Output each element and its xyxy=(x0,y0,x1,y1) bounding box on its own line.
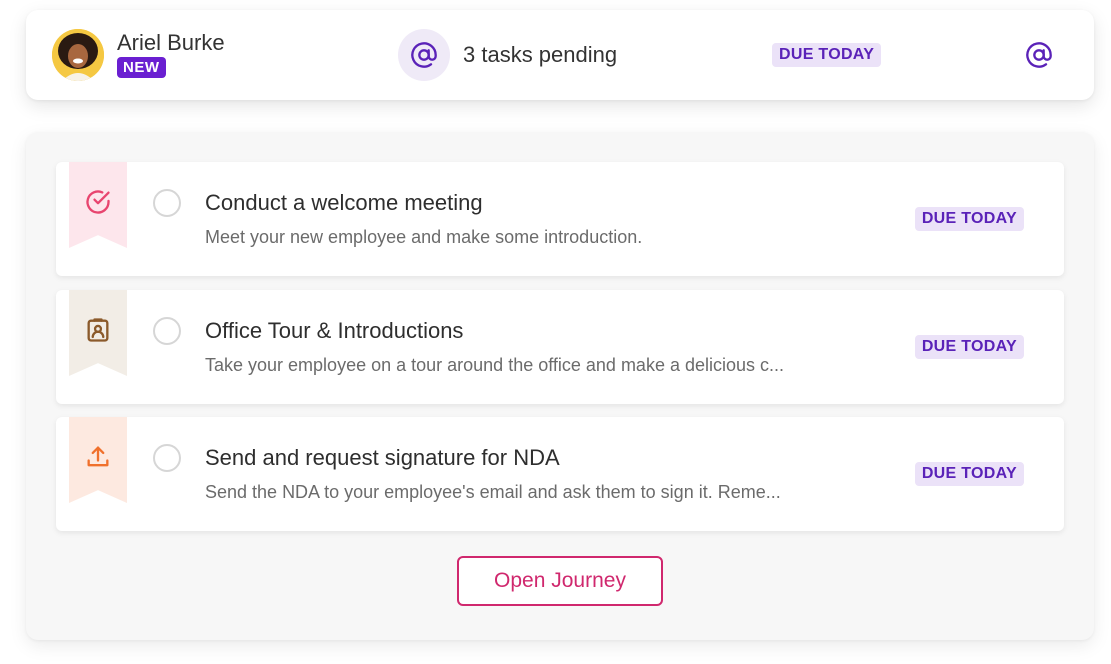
status-badge: DUE TODAY xyxy=(914,462,1024,486)
task-item[interactable]: Office Tour & Introductions Take your em… xyxy=(56,290,1064,404)
task-checkbox[interactable] xyxy=(153,189,181,217)
task-description: Take your employee on a tour around the … xyxy=(205,355,785,375)
task-description: Meet your new employee and make some int… xyxy=(205,227,643,247)
task-title: Conduct a welcome meeting xyxy=(205,190,483,215)
upload-icon xyxy=(87,446,109,467)
task-description: Send the NDA to your employee's email an… xyxy=(205,482,781,502)
at-sign-icon xyxy=(1026,42,1052,68)
avatar xyxy=(52,29,104,81)
task-title: Office Tour & Introductions xyxy=(205,318,464,343)
check-circle-icon xyxy=(86,190,110,214)
mention-icon-button[interactable] xyxy=(1024,40,1054,70)
task-item[interactable]: Send and request signature for NDA Send … xyxy=(56,417,1064,531)
tasks-panel: Conduct a welcome meeting Meet your new … xyxy=(26,132,1094,640)
task-ribbon xyxy=(69,162,127,248)
task-title: Send and request signature for NDA xyxy=(205,445,560,470)
mention-button[interactable] xyxy=(398,29,450,81)
status-badge: DUE TODAY xyxy=(914,335,1024,359)
user-name: Ariel Burke xyxy=(117,30,225,55)
task-ribbon xyxy=(69,417,127,503)
header-card: Ariel Burke NEW 3 tasks pending DUE TODA… xyxy=(26,10,1094,100)
task-checkbox[interactable] xyxy=(153,444,181,472)
task-checkbox[interactable] xyxy=(153,317,181,345)
task-ribbon xyxy=(69,290,127,376)
open-journey-button[interactable]: Open Journey xyxy=(457,556,663,606)
at-sign-icon xyxy=(411,42,437,68)
new-badge: NEW xyxy=(117,57,166,78)
task-item[interactable]: Conduct a welcome meeting Meet your new … xyxy=(56,162,1064,276)
status-badge: DUE TODAY xyxy=(772,43,882,67)
app-root: Ariel Burke NEW 3 tasks pending DUE TODA… xyxy=(0,0,1111,664)
status-badge: DUE TODAY xyxy=(914,207,1024,231)
tasks-pending-text: 3 tasks pending xyxy=(463,42,618,67)
id-badge-icon xyxy=(87,318,109,342)
